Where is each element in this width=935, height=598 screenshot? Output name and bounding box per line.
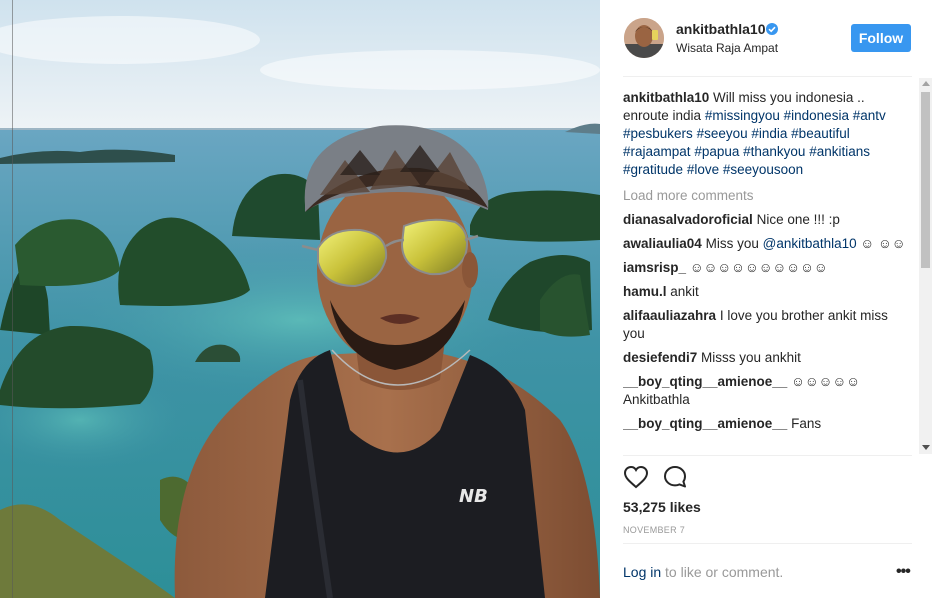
comment-username[interactable]: awaliaulia04: [623, 236, 702, 251]
post-header: ankitbathla10 Wisata Raja Ampat Follow: [600, 0, 935, 76]
avatar[interactable]: [624, 18, 664, 58]
hashtag[interactable]: #gratitude: [623, 162, 683, 177]
post-date[interactable]: NOVEMBER 7: [623, 525, 685, 535]
comment-username[interactable]: __boy_qting__amienoe__: [623, 374, 787, 389]
hashtag[interactable]: #rajaampat: [623, 144, 691, 159]
post-location[interactable]: Wisata Raja Ampat: [676, 41, 778, 55]
hashtag[interactable]: #beautiful: [791, 126, 850, 141]
verified-badge-icon: [766, 23, 778, 35]
scrollbar-thumb[interactable]: [921, 92, 930, 268]
comment-bubble-icon[interactable]: [663, 465, 689, 489]
comment-text: ankit: [670, 284, 699, 299]
scroll-down-arrow-icon[interactable]: [922, 445, 930, 450]
comment-username[interactable]: alifaauliazahra: [623, 308, 716, 323]
post-photo[interactable]: NB: [0, 0, 600, 598]
comment-text: ☺☺☺☺☺☺☺☺☺☺: [689, 260, 828, 275]
login-prompt-text: to like or comment.: [661, 564, 784, 580]
caption-username[interactable]: ankitbathla10: [623, 90, 709, 105]
hashtag[interactable]: #seeyou: [697, 126, 748, 141]
hashtag[interactable]: #india: [751, 126, 787, 141]
comment-text: Miss you: [705, 236, 759, 251]
follow-button[interactable]: Follow: [851, 24, 911, 52]
comment: dianasalvadoroficial Nice one !!! :p: [623, 211, 913, 229]
post-photo-illustration: NB: [0, 0, 600, 598]
comment-text: Fans: [791, 416, 822, 431]
comments-scrollbar[interactable]: [919, 78, 932, 454]
comments-divider: [623, 455, 912, 456]
hashtag[interactable]: #thankyou: [743, 144, 805, 159]
hashtag[interactable]: #indonesia: [784, 108, 849, 123]
comment: hamu.l ankit: [623, 283, 913, 301]
comment-username[interactable]: dianasalvadoroficial: [623, 212, 753, 227]
comment-text: Misss you ankhit: [701, 350, 801, 365]
hashtag[interactable]: #missingyou: [705, 108, 780, 123]
caption: ankitbathla10 Will miss you indonesia ..…: [623, 89, 913, 179]
heart-icon[interactable]: [623, 465, 649, 489]
svg-text:NB: NB: [459, 486, 488, 507]
hashtag[interactable]: #seeyousoon: [723, 162, 803, 177]
comment-username[interactable]: iamsrisp_: [623, 260, 686, 275]
comment: desiefendi7 Misss you ankhit: [623, 349, 913, 367]
comment: iamsrisp_ ☺☺☺☺☺☺☺☺☺☺: [623, 259, 913, 277]
more-options-icon[interactable]: •••: [896, 564, 911, 580]
comment: __boy_qting__amienoe__ ☺☺☺☺☺ Ankitbathla: [623, 373, 913, 409]
load-more-comments-button[interactable]: Load more comments: [623, 187, 913, 205]
hashtag[interactable]: #ankitians: [809, 144, 870, 159]
comment-emoji: ☺ ☺☺: [860, 236, 906, 251]
hashtag[interactable]: #pesbukers: [623, 126, 693, 141]
comment: __boy_qting__amienoe__ Fans: [623, 415, 913, 433]
comment-username[interactable]: hamu.l: [623, 284, 667, 299]
comment-username[interactable]: desiefendi7: [623, 350, 697, 365]
login-prompt: Log in to like or comment.: [623, 564, 783, 580]
post-username[interactable]: ankitbathla10: [676, 21, 765, 37]
hashtag[interactable]: #love: [687, 162, 719, 177]
comment-mention[interactable]: @ankitbathla10: [763, 236, 857, 251]
hashtag[interactable]: #antv: [853, 108, 886, 123]
login-link[interactable]: Log in: [623, 564, 661, 580]
comments-list[interactable]: ankitbathla10 Will miss you indonesia ..…: [623, 89, 913, 453]
likes-count[interactable]: 53,275 likes: [623, 499, 701, 515]
photo-edge-line: [12, 0, 13, 598]
avatar-image: [624, 18, 664, 58]
comment-text: Nice one !!! :p: [756, 212, 840, 227]
header-divider: [623, 76, 912, 77]
comment-username[interactable]: __boy_qting__amienoe__: [623, 416, 787, 431]
footer-divider: [623, 543, 912, 544]
comment: awaliaulia04 Miss you @ankitbathla10 ☺ ☺…: [623, 235, 913, 253]
comment: alifaauliazahra I love you brother ankit…: [623, 307, 913, 343]
scroll-up-arrow-icon[interactable]: [922, 81, 930, 86]
hashtag[interactable]: #papua: [694, 144, 739, 159]
